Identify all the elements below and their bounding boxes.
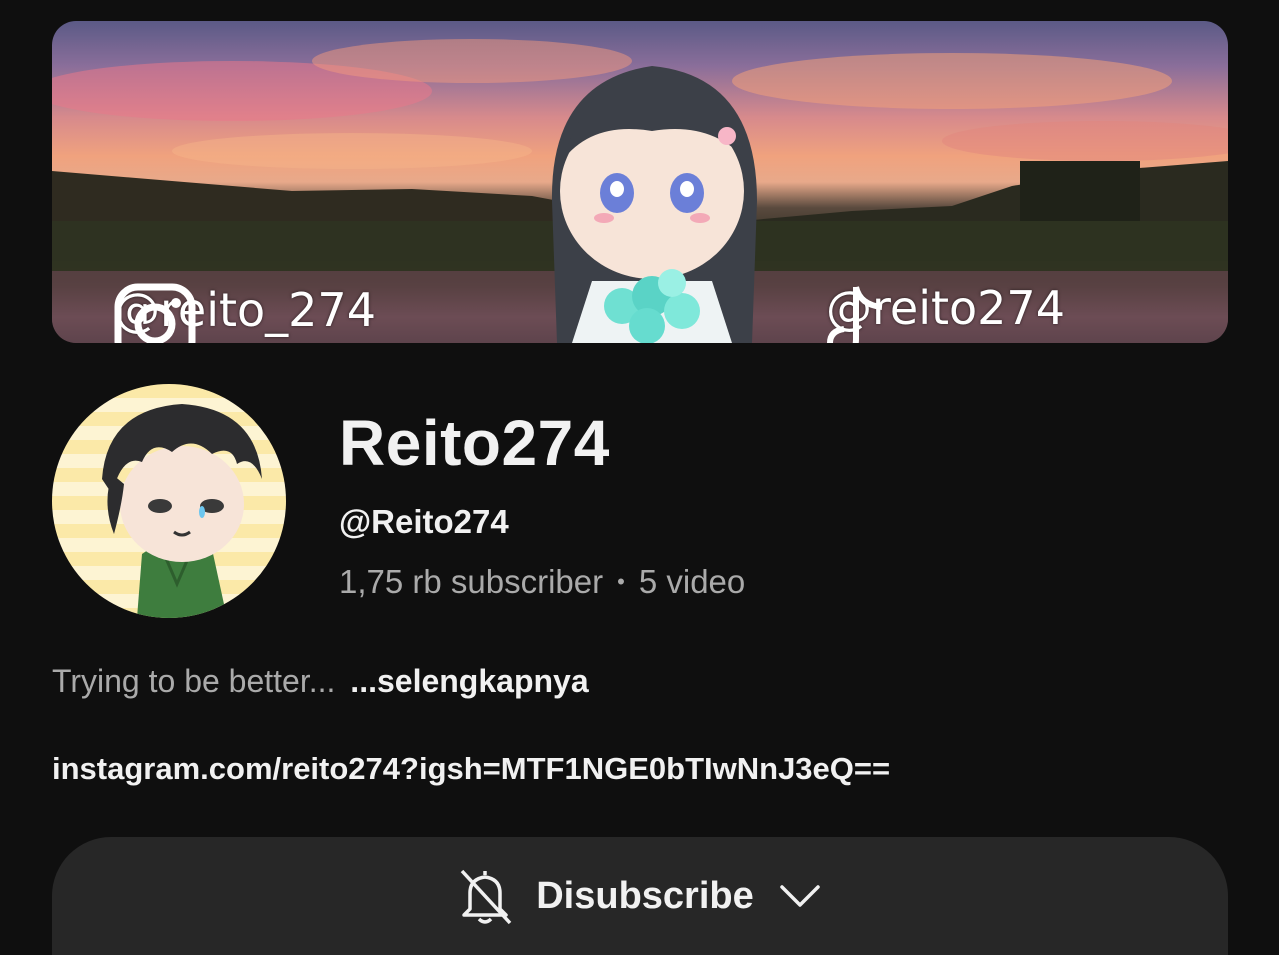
banner-instagram: @reito_274	[114, 283, 376, 343]
channel-link[interactable]: instagram.com/reito274?igsh=MTF1NGE0bTIw…	[52, 751, 890, 787]
subscribed-button-label: Disubscribe	[536, 875, 754, 917]
instagram-icon	[114, 283, 196, 343]
channel-banner: @reito_274 @reito274	[52, 21, 1228, 343]
channel-avatar[interactable]	[52, 384, 286, 618]
description-text: Trying to be better...	[52, 663, 336, 699]
chevron-down-icon	[776, 867, 824, 925]
tiktok-icon	[826, 286, 883, 343]
show-more-link[interactable]: ...selengkapnya	[350, 663, 588, 699]
avatar-illustration	[102, 404, 262, 618]
stats-separator: •	[617, 569, 625, 594]
bell-off-icon	[456, 867, 514, 925]
subscriber-count: 1,75 rb subscriber	[339, 563, 604, 600]
channel-page: @reito_274 @reito274 Reito274 @Reito274 …	[0, 0, 1279, 955]
character-illustration	[551, 66, 757, 343]
channel-stats: 1,75 rb subscriber • 5 video	[339, 563, 745, 601]
banner-tiktok: @reito274	[826, 281, 1065, 343]
channel-handle: @Reito274	[339, 503, 509, 540]
video-count: 5 video	[638, 563, 746, 600]
subscribed-button[interactable]: Disubscribe	[52, 837, 1228, 955]
channel-name: Reito274	[339, 407, 610, 479]
channel-description[interactable]: Trying to be better... ...selengkapnya	[52, 663, 589, 700]
